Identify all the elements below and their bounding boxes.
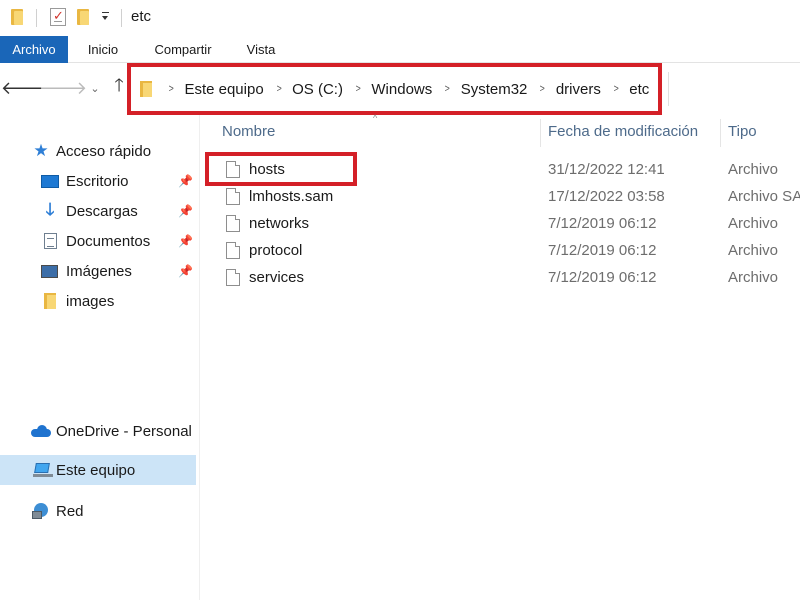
sidebar-item-pictures[interactable]: Imágenes 📌 (0, 256, 196, 286)
download-icon: 🡓 (45, 199, 55, 219)
file-icon (226, 188, 240, 205)
file-modified: 7/12/2019 06:12 (548, 269, 657, 286)
ribbon-tabs: Archivo Inicio Compartir Vista (0, 36, 800, 63)
divider (668, 72, 669, 106)
folder-icon (140, 81, 152, 97)
tab-home[interactable]: Inicio (78, 36, 128, 63)
sort-caret-icon: ^ (373, 113, 378, 123)
chevron-right-icon[interactable]: > (445, 83, 450, 95)
navigation-bar: 🡐 🡒 ⌄ 🡑 > Este equipo > OS (C:) > Window… (0, 63, 800, 115)
star-icon: ★ (33, 141, 49, 160)
sidebar-item-label: Escritorio (66, 172, 129, 190)
tab-file[interactable]: Archivo (0, 36, 68, 63)
tab-view[interactable]: Vista (238, 36, 284, 63)
chevron-right-icon[interactable]: > (276, 83, 281, 95)
breadcrumb: > Este equipo > OS (C:) > Windows > Syst… (140, 67, 659, 111)
breadcrumb-this-pc[interactable]: Este equipo (184, 81, 263, 98)
file-type: Archivo (728, 269, 779, 286)
sidebar-item-quick-access[interactable]: ★ Acceso rápido (0, 136, 196, 166)
file-type: Archivo SA (728, 188, 800, 205)
sidebar-item-network[interactable]: Red (0, 496, 196, 526)
file-row[interactable]: lmhosts.sam 17/12/2022 03:58 Archivo SA (201, 183, 800, 210)
column-header-modified[interactable]: Fecha de modificación (548, 115, 698, 149)
properties-icon[interactable]: ✓ (50, 8, 66, 26)
file-modified: 7/12/2019 06:12 (548, 242, 657, 259)
pictures-icon (41, 264, 58, 278)
desktop-icon (41, 174, 59, 188)
onedrive-icon (31, 425, 51, 437)
folder-icon (44, 293, 56, 309)
chevron-right-icon[interactable]: > (613, 83, 618, 95)
sidebar-item-label: Acceso rápido (56, 142, 152, 160)
column-header-type[interactable]: Tipo (728, 115, 757, 149)
pin-icon[interactable]: 📌 (178, 234, 193, 248)
sidebar-item-desktop[interactable]: Escritorio 📌 (0, 166, 196, 196)
pin-icon[interactable]: 📌 (178, 174, 193, 188)
address-bar[interactable]: > Este equipo > OS (C:) > Windows > Syst… (127, 63, 662, 115)
file-name: lmhosts.sam (249, 188, 334, 205)
sidebar-item-label: Red (56, 502, 84, 520)
file-modified: 17/12/2022 03:58 (548, 188, 665, 205)
file-type: Archivo (728, 215, 779, 232)
file-name: hosts (249, 161, 285, 178)
file-type: Archivo (728, 242, 779, 259)
sidebar-item-onedrive[interactable]: OneDrive - Personal (0, 416, 196, 446)
column-header-name[interactable]: Nombre (222, 115, 275, 149)
chevron-down-icon[interactable]: ⌄ (84, 77, 106, 99)
chevron-right-icon[interactable]: > (169, 83, 174, 95)
pin-icon[interactable]: 📌 (178, 204, 193, 218)
breadcrumb-os-drive[interactable]: OS (C:) (292, 81, 343, 98)
sidebar-item-label: OneDrive - Personal (56, 422, 192, 440)
this-pc-icon (33, 463, 53, 477)
breadcrumb-drivers[interactable]: drivers (556, 81, 601, 98)
sidebar-item-images[interactable]: images (0, 286, 196, 316)
forward-arrow-icon[interactable]: 🡒 (39, 77, 87, 99)
network-icon (32, 503, 50, 519)
title-bar: ✓ etc (0, 0, 800, 36)
file-row[interactable]: protocol 7/12/2019 06:12 Archivo (201, 237, 800, 264)
file-row[interactable]: hosts 31/12/2022 12:41 Archivo (201, 156, 800, 183)
sidebar-item-label: Este equipo (56, 461, 136, 479)
file-list: ^ Nombre Fecha de modificación Tipo host… (201, 113, 800, 600)
documents-icon (44, 233, 57, 249)
file-icon (226, 161, 240, 178)
new-folder-icon[interactable] (77, 9, 89, 25)
file-icon (226, 215, 240, 232)
divider (121, 9, 122, 27)
file-modified: 31/12/2022 12:41 (548, 161, 665, 178)
sidebar-item-label: images (66, 292, 115, 310)
sidebar-item-documents[interactable]: Documentos 📌 (0, 226, 196, 256)
file-type: Archivo (728, 161, 779, 178)
sidebar-item-downloads[interactable]: 🡓 Descargas 📌 (0, 196, 196, 226)
file-row[interactable]: services 7/12/2019 06:12 Archivo (201, 264, 800, 291)
breadcrumb-windows[interactable]: Windows (371, 81, 432, 98)
chevron-right-icon[interactable]: > (540, 83, 545, 95)
customize-quick-access-icon[interactable] (100, 10, 110, 24)
sidebar-item-label: Documentos (66, 232, 151, 250)
file-icon (226, 269, 240, 286)
sidebar-item-label: Imágenes (66, 262, 132, 280)
file-name: services (249, 269, 305, 286)
column-divider[interactable] (720, 119, 721, 147)
sidebar-item-label: Descargas (66, 202, 138, 220)
file-name: networks (249, 215, 310, 232)
file-name: protocol (249, 242, 303, 259)
breadcrumb-system32[interactable]: System32 (461, 81, 528, 98)
file-explorer-window: ✓ etc Archivo Inicio Compartir Vista 🡐 🡒… (0, 0, 800, 600)
divider (36, 9, 37, 27)
sidebar-item-this-pc[interactable]: Este equipo (0, 455, 196, 485)
window-title: etc (131, 8, 152, 25)
file-modified: 7/12/2019 06:12 (548, 215, 657, 232)
column-divider[interactable] (540, 119, 541, 147)
file-icon (226, 242, 240, 259)
folder-icon[interactable] (11, 9, 23, 25)
navigation-pane: ★ Acceso rápido Escritorio 📌 🡓 Descargas… (0, 115, 200, 600)
chevron-right-icon[interactable]: > (356, 83, 361, 95)
file-row[interactable]: networks 7/12/2019 06:12 Archivo (201, 210, 800, 237)
breadcrumb-etc[interactable]: etc (629, 81, 649, 98)
pin-icon[interactable]: 📌 (178, 264, 193, 278)
tab-share[interactable]: Compartir (143, 36, 223, 63)
back-arrow-icon[interactable]: 🡐 (1, 77, 49, 99)
